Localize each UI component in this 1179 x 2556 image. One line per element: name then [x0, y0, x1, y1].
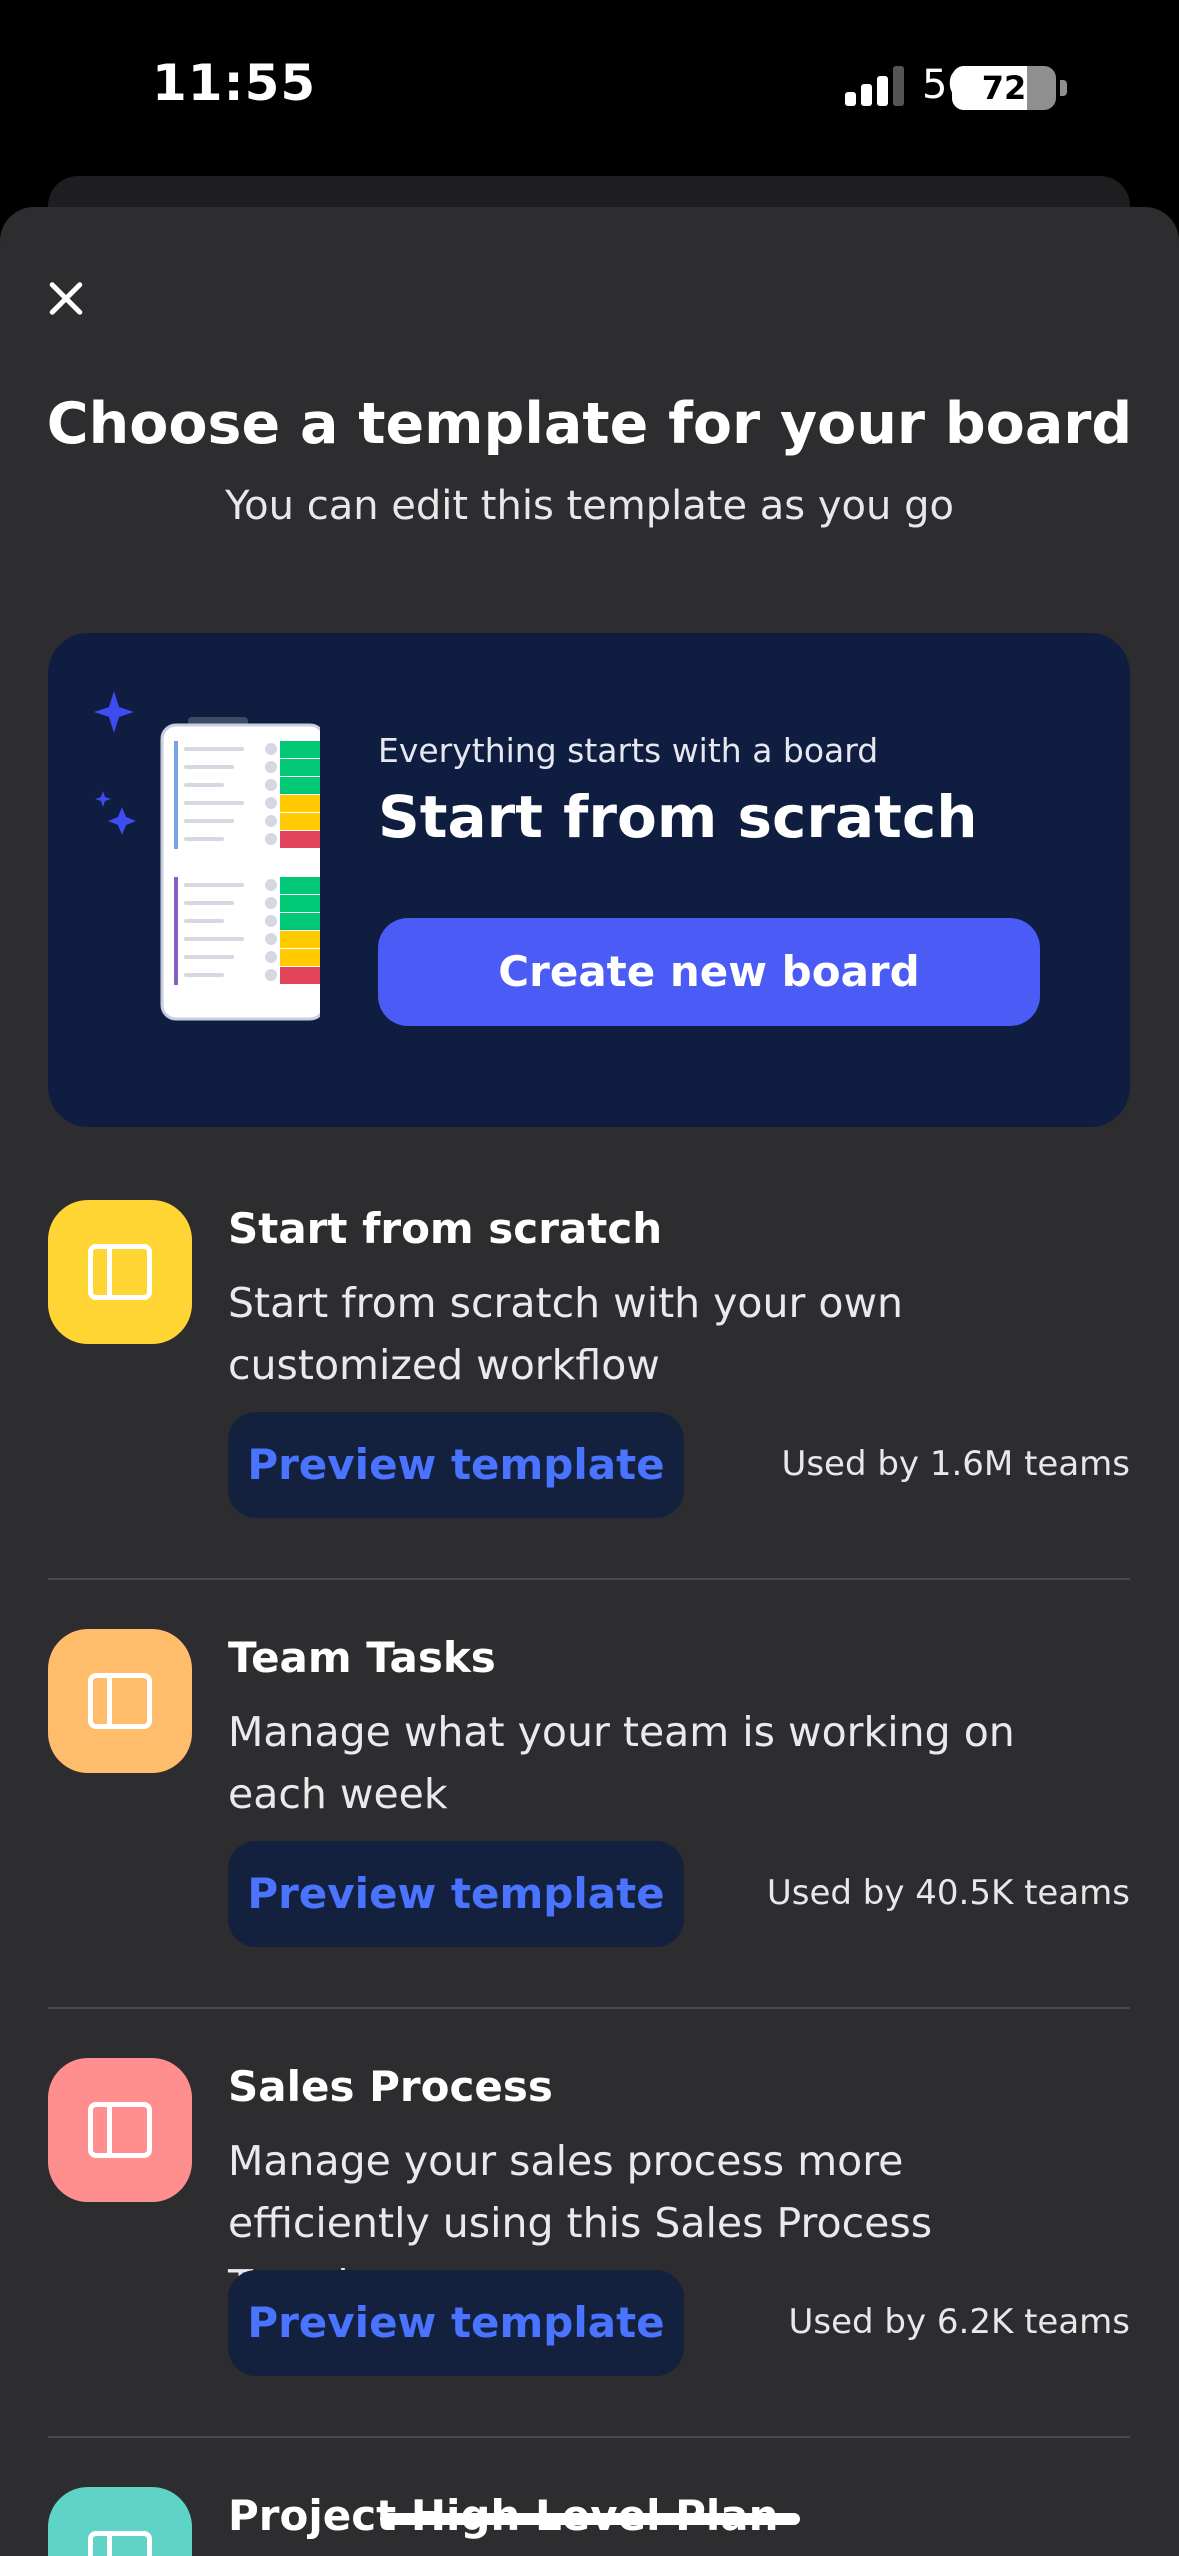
board-icon	[88, 2531, 152, 2556]
template-icon	[48, 2487, 192, 2556]
sparkle-icon	[94, 691, 134, 733]
preview-template-button[interactable]: Preview template	[228, 1841, 684, 1947]
page-subtitle: You can edit this template as you go	[225, 483, 954, 529]
sparkle-icon	[108, 807, 136, 835]
page-title: Choose a template for your board	[46, 391, 1133, 457]
preview-template-button[interactable]: Preview template	[228, 1412, 684, 1518]
divider	[48, 2436, 1130, 2438]
template-description: Manage what your team is working on each…	[228, 1708, 1015, 1818]
board-icon	[88, 1244, 152, 1300]
template-name: Sales Process	[228, 2062, 553, 2111]
board-phone-illustration	[94, 691, 320, 1021]
template-icon	[48, 1629, 192, 1773]
template-item-start-from-scratch[interactable]: Start from scratch Start from scratch wi…	[48, 1200, 1130, 1520]
create-new-board-button[interactable]: Create new board	[378, 918, 1040, 1026]
board-icon	[88, 1673, 152, 1729]
template-name: Start from scratch	[228, 1204, 663, 1253]
divider	[48, 2007, 1130, 2009]
hero-title: Start from scratch	[378, 783, 978, 851]
template-icon	[48, 1200, 192, 1344]
home-indicator	[380, 2513, 800, 2525]
template-usage: Used by 6.2K teams	[788, 2302, 1130, 2342]
template-name: Team Tasks	[228, 1633, 496, 1682]
template-usage: Used by 40.5K teams	[766, 1873, 1130, 1913]
battery-icon: 72	[952, 66, 1072, 110]
status-bar: 11:55 5G 72	[0, 0, 1179, 175]
preview-template-button[interactable]: Preview template	[228, 2270, 684, 2376]
template-icon	[48, 2058, 192, 2202]
template-item-team-tasks[interactable]: Team Tasks Manage what your team is work…	[48, 1629, 1130, 1949]
template-usage: Used by 1.6M teams	[781, 1444, 1130, 1484]
start-from-scratch-card: Everything starts with a board Start fro…	[48, 633, 1130, 1127]
template-item-sales-process[interactable]: Sales Process Manage your sales process …	[48, 2058, 1130, 2378]
close-icon[interactable]	[38, 271, 94, 327]
template-picker-sheet: Choose a template for your board You can…	[0, 207, 1179, 2556]
status-time: 11:55	[152, 54, 317, 112]
battery-level: 72	[981, 69, 1027, 107]
hero-eyebrow: Everything starts with a board	[378, 731, 879, 770]
board-icon	[88, 2102, 152, 2158]
cellular-signal-icon	[845, 66, 907, 106]
sparkle-icon	[95, 791, 111, 807]
divider	[48, 1578, 1130, 1580]
template-description: Start from scratch with your own customi…	[228, 1279, 903, 1389]
